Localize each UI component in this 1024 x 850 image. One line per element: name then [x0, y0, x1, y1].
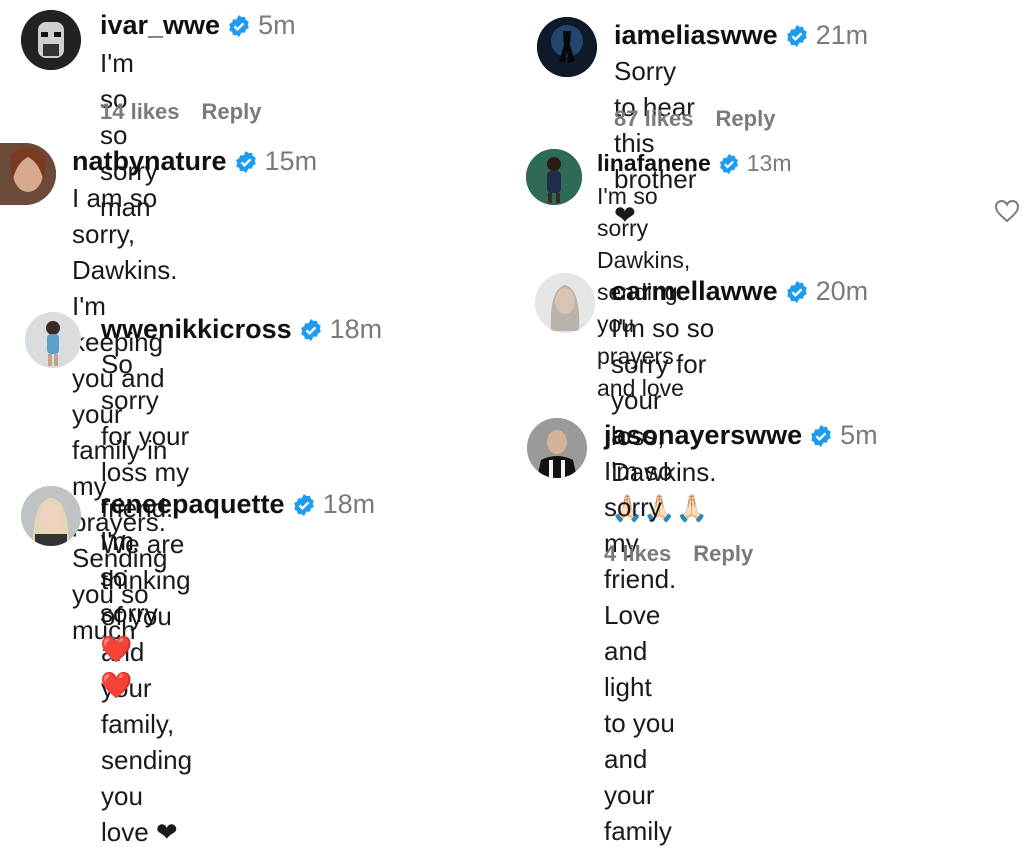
verified-badge-icon [292, 493, 316, 517]
username[interactable]: reneepaquette [100, 489, 285, 520]
timestamp: 21m [815, 20, 869, 50]
avatar[interactable] [537, 17, 597, 77]
comment-actions: 87 likes Reply [614, 106, 775, 132]
username[interactable]: carmellawwe [611, 276, 778, 307]
verified-badge-icon [718, 153, 740, 175]
username[interactable]: iameliaswwe [614, 20, 778, 51]
comment-actions: 4 likes Reply [604, 541, 753, 567]
verified-badge-icon [234, 150, 258, 174]
reply-button[interactable]: Reply [202, 99, 262, 124]
username[interactable]: linafanene [597, 150, 711, 177]
avatar[interactable] [25, 312, 81, 368]
avatar[interactable] [21, 486, 81, 546]
verified-badge-icon [299, 318, 323, 342]
timestamp: 13m [746, 150, 792, 176]
timestamp: 5m [258, 10, 296, 40]
reply-button[interactable]: Reply [716, 106, 776, 131]
verified-badge-icon [809, 424, 833, 448]
crop-divider [0, 285, 520, 293]
likes-count[interactable]: 14 likes [100, 99, 180, 124]
username[interactable]: jasonayerswwe [604, 420, 802, 451]
comment-text: I'm so sorry my friend. Love and light t… [604, 456, 677, 846]
verified-badge-icon [785, 280, 809, 304]
username[interactable]: ivar_wwe [100, 10, 220, 41]
reply-button[interactable]: Reply [693, 541, 753, 566]
timestamp: 15m [264, 146, 318, 176]
avatar[interactable] [526, 149, 582, 205]
likes-count[interactable]: 4 likes [604, 541, 671, 566]
avatar[interactable] [527, 418, 587, 478]
username[interactable]: wwenikkicross [101, 314, 292, 345]
avatar[interactable] [21, 10, 81, 70]
username[interactable]: natbynature [72, 146, 227, 177]
verified-badge-icon [785, 24, 809, 48]
comment-text: I'm so sorry ❤️❤️ [100, 526, 158, 700]
verified-badge-icon [227, 14, 251, 38]
timestamp: 5m [840, 420, 878, 450]
comment-actions: 14 likes Reply [100, 99, 261, 125]
timestamp: 18m [322, 489, 376, 519]
timestamp: 20m [815, 276, 869, 306]
heart-outline-icon[interactable] [994, 199, 1020, 228]
likes-count[interactable]: 87 likes [614, 106, 694, 131]
avatar[interactable] [535, 273, 595, 333]
timestamp: 18m [329, 314, 383, 344]
avatar[interactable] [0, 143, 56, 205]
